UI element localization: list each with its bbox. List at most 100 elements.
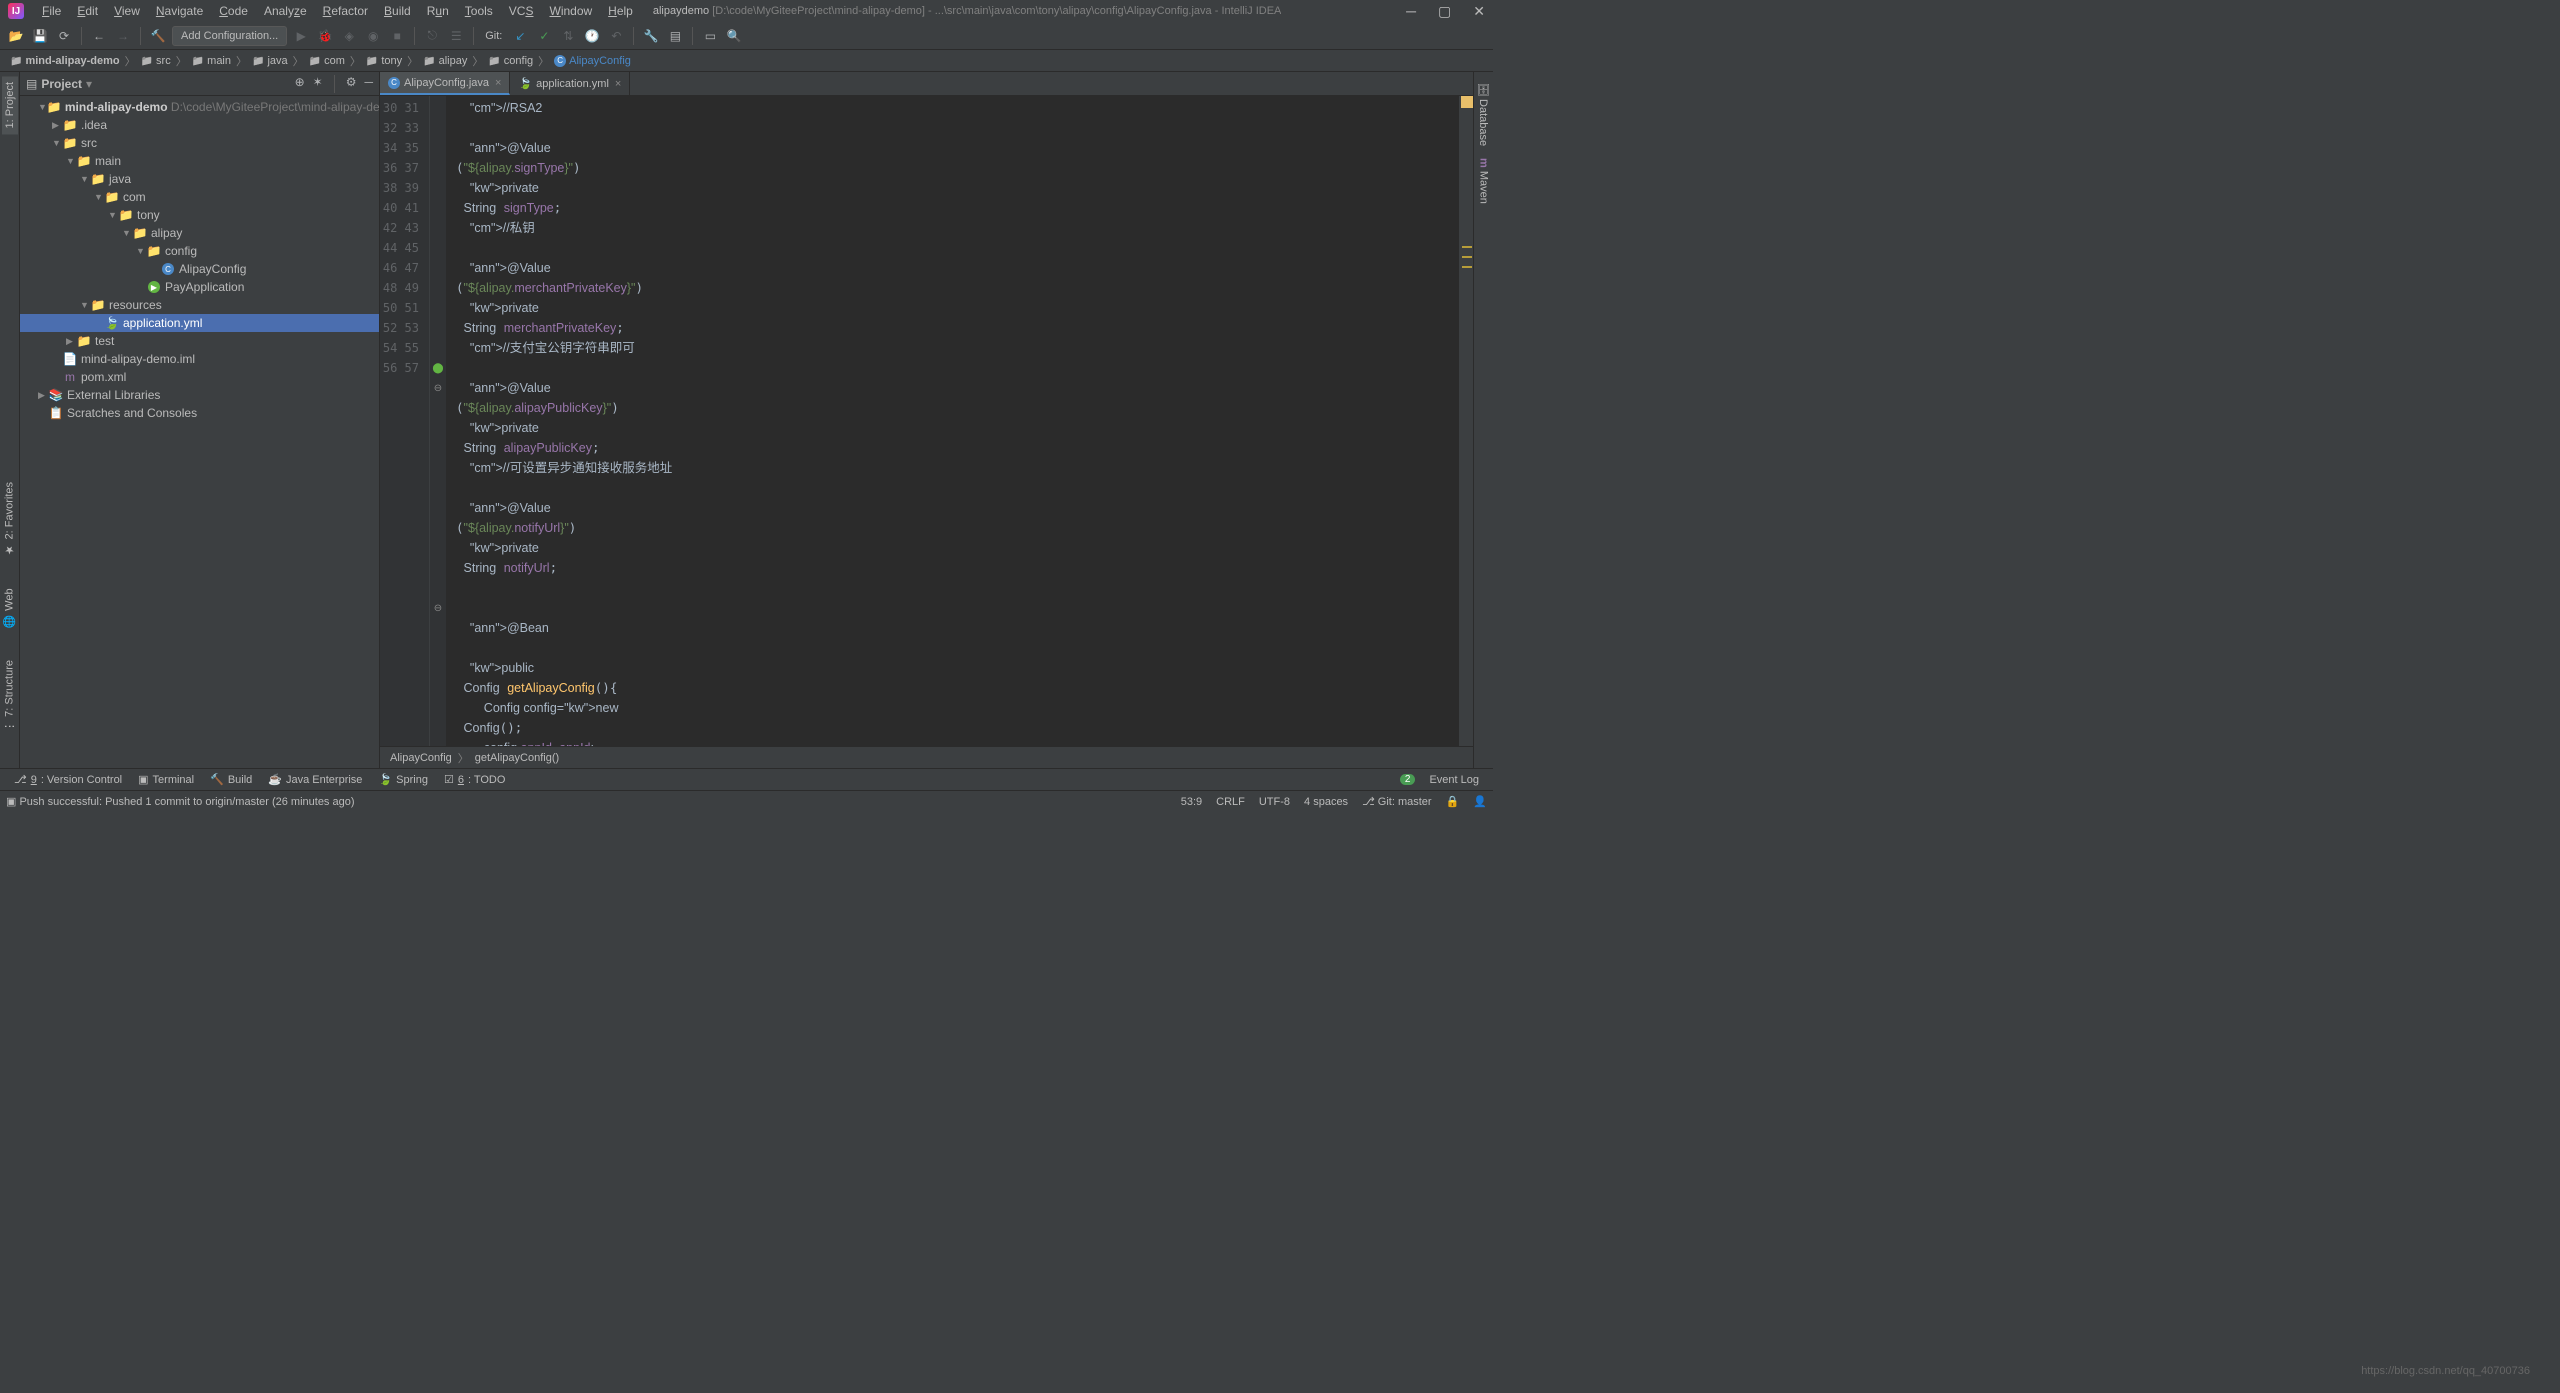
search-everywhere-icon[interactable]: 🔍 <box>724 26 744 46</box>
tree-root[interactable]: ▼📁mind-alipay-demo D:\code\MyGiteeProjec… <box>20 98 379 116</box>
crumb-method-name[interactable]: getAlipayConfig() <box>475 752 559 764</box>
tree-java[interactable]: ▼📁java <box>20 170 379 188</box>
tree-iml[interactable]: 📄mind-alipay-demo.iml <box>20 350 379 368</box>
tab-project[interactable]: 1: Project <box>2 76 18 134</box>
run-anything-icon[interactable]: ▭ <box>700 26 720 46</box>
menu-build[interactable]: Build <box>376 2 419 20</box>
tab-terminal[interactable]: ▣ Terminal <box>130 771 202 788</box>
crumb-main[interactable]: main <box>188 55 235 67</box>
status-lock-icon[interactable]: 🔒 <box>1446 795 1460 808</box>
tab-close-icon[interactable]: × <box>495 77 501 89</box>
build-icon[interactable]: 🔨 <box>148 26 168 46</box>
crumb-java[interactable]: java <box>248 55 292 67</box>
status-encoding[interactable]: UTF-8 <box>1259 796 1290 808</box>
crumb-root[interactable]: mind-alipay-demo <box>6 55 124 67</box>
tree-resources[interactable]: ▼📁resources <box>20 296 379 314</box>
status-indent[interactable]: 4 spaces <box>1304 796 1348 808</box>
tab-event-log[interactable]: Event Log <box>1421 772 1487 788</box>
crumb-src[interactable]: src <box>137 55 175 67</box>
debug-icon[interactable]: 🐞 <box>315 26 335 46</box>
status-branch[interactable]: ⎇ Git: master <box>1362 795 1432 808</box>
tree-main[interactable]: ▼📁main <box>20 152 379 170</box>
tab-close-icon[interactable]: × <box>615 78 621 90</box>
attach-icon[interactable]: ⎋ <box>422 26 442 46</box>
editor-tab-applicationyml[interactable]: 🍃application.yml× <box>510 72 630 95</box>
tab-favorites[interactable]: ★ 2: Favorites <box>1 476 18 562</box>
profiler-icon[interactable]: ☰ <box>446 26 466 46</box>
minimize-icon[interactable]: ─ <box>1406 3 1416 20</box>
close-icon[interactable]: ✕ <box>1473 3 1485 20</box>
tree-applicationyml[interactable]: 🍃application.yml <box>20 314 379 332</box>
vcs-compare-icon[interactable]: ⇅ <box>558 26 578 46</box>
tree-idea[interactable]: ▶📁.idea <box>20 116 379 134</box>
save-icon[interactable]: 💾 <box>30 26 50 46</box>
tree-extlibs[interactable]: ▶📚External Libraries <box>20 386 379 404</box>
menu-help[interactable]: Help <box>600 2 641 20</box>
run-icon[interactable]: ▶ <box>291 26 311 46</box>
coverage-icon[interactable]: ◈ <box>339 26 359 46</box>
tab-version-control[interactable]: ⎇ 9: Version Control <box>6 771 130 788</box>
hide-icon[interactable]: ─ <box>364 75 373 93</box>
crumb-class[interactable]: CAlipayConfig <box>550 55 635 67</box>
code-editor[interactable]: "cm">//RSA2 "ann">@Value("${alipay.signT… <box>446 96 1459 746</box>
menu-run[interactable]: Run <box>419 2 457 20</box>
vcs-history-icon[interactable]: 🕐 <box>582 26 602 46</box>
tree-test[interactable]: ▶📁test <box>20 332 379 350</box>
tree-alipay[interactable]: ▼📁alipay <box>20 224 379 242</box>
status-line-ending[interactable]: CRLF <box>1216 796 1245 808</box>
forward-icon[interactable]: → <box>113 26 133 46</box>
tab-java-enterprise[interactable]: ☕ Java Enterprise <box>260 771 370 788</box>
run-config-selector[interactable]: Add Configuration... <box>172 26 287 46</box>
project-structure-icon[interactable]: ▤ <box>665 26 685 46</box>
tab-web[interactable]: 🌐 Web <box>1 582 18 634</box>
menu-file[interactable]: File <box>34 2 69 20</box>
tab-maven[interactable]: m Maven <box>1476 152 1492 210</box>
locate-icon[interactable]: ⊕ <box>295 75 305 93</box>
menu-tools[interactable]: Tools <box>457 2 501 20</box>
editor-tab-alipayconfig[interactable]: CAlipayConfig.java× <box>380 72 510 95</box>
tree-alipayconfig[interactable]: CAlipayConfig <box>20 260 379 278</box>
menu-refactor[interactable]: Refactor <box>315 2 376 20</box>
project-tree[interactable]: ▼📁mind-alipay-demo D:\code\MyGiteeProjec… <box>20 96 379 768</box>
tree-tony[interactable]: ▼📁tony <box>20 206 379 224</box>
vcs-revert-icon[interactable]: ↶ <box>606 26 626 46</box>
inspection-indicator-icon[interactable] <box>1461 96 1473 108</box>
menu-vcs[interactable]: VCS <box>501 2 542 20</box>
tab-spring[interactable]: 🍃 Spring <box>370 771 436 788</box>
crumb-config[interactable]: config <box>484 55 537 67</box>
tab-structure[interactable]: ⋮ 7: Structure <box>1 654 18 738</box>
menu-view[interactable]: View <box>106 2 148 20</box>
settings-gear-icon[interactable]: ⚙ <box>346 75 357 93</box>
tab-todo[interactable]: ☑ 6: TODO <box>436 771 514 788</box>
crumb-com[interactable]: com <box>305 55 349 67</box>
open-icon[interactable]: 📂 <box>6 26 26 46</box>
crumb-alipay[interactable]: alipay <box>419 55 471 67</box>
menu-code[interactable]: Code <box>211 2 256 20</box>
error-stripe[interactable] <box>1459 96 1473 746</box>
expand-icon[interactable]: ✶ <box>313 75 323 93</box>
crumb-class-name[interactable]: AlipayConfig <box>390 752 452 764</box>
tree-scratches[interactable]: 📋Scratches and Consoles <box>20 404 379 422</box>
back-icon[interactable]: ← <box>89 26 109 46</box>
status-position[interactable]: 53:9 <box>1181 796 1202 808</box>
tree-config[interactable]: ▼📁config <box>20 242 379 260</box>
status-memory-icon[interactable]: 👤 <box>1473 795 1487 808</box>
status-toggle-icon[interactable]: ▣ <box>6 795 16 808</box>
tab-build[interactable]: 🔨 Build <box>202 771 260 788</box>
refresh-icon[interactable]: ⟳ <box>54 26 74 46</box>
tree-pom[interactable]: mpom.xml <box>20 368 379 386</box>
tree-com[interactable]: ▼📁com <box>20 188 379 206</box>
tab-database[interactable]: 🗄 Database <box>1475 76 1492 152</box>
tree-payapplication[interactable]: ▶PayApplication <box>20 278 379 296</box>
tree-src[interactable]: ▼📁src <box>20 134 379 152</box>
crumb-tony[interactable]: tony <box>362 55 406 67</box>
vcs-commit-icon[interactable]: ✓ <box>534 26 554 46</box>
settings-wrench-icon[interactable]: 🔧 <box>641 26 661 46</box>
menu-analyze[interactable]: Analyze <box>256 2 315 20</box>
maximize-icon[interactable]: ▢ <box>1438 3 1451 20</box>
profile-icon[interactable]: ◉ <box>363 26 383 46</box>
menu-navigate[interactable]: Navigate <box>148 2 211 20</box>
menu-window[interactable]: Window <box>541 2 600 20</box>
stop-icon[interactable]: ■ <box>387 26 407 46</box>
menu-edit[interactable]: Edit <box>69 2 106 20</box>
